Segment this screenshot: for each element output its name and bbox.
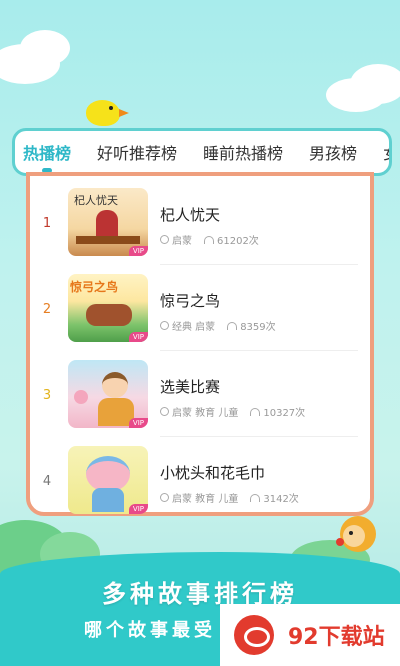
story-thumbnail: 惊弓之鸟 VIP xyxy=(68,274,148,342)
rank-number: 1 xyxy=(42,216,52,231)
divider xyxy=(160,436,358,437)
story-tags: 经典 启蒙 xyxy=(172,322,216,333)
story-title: 杞人忧天 xyxy=(160,206,221,224)
vip-badge: VIP xyxy=(128,418,148,428)
headphones-icon xyxy=(250,407,261,416)
headphones-icon xyxy=(227,321,238,330)
tab-girls[interactable]: 女 xyxy=(383,140,389,164)
divider xyxy=(160,264,358,265)
watermark-text: 92下载站 xyxy=(288,625,385,650)
divider xyxy=(160,350,358,351)
ranking-list: 1 杞人忧天 VIP 杞人忧天 启蒙 61202次 2 惊弓之鸟 VIP 惊弓之… xyxy=(26,172,374,516)
thumbnail-table xyxy=(76,236,140,244)
list-item[interactable]: 3 VIP 选美比赛 启蒙 教育 儿童 10327次 xyxy=(30,352,370,438)
story-title: 惊弓之鸟 xyxy=(160,292,221,310)
story-thumbnail: 杞人忧天 VIP xyxy=(68,188,148,256)
hedgehog-icon xyxy=(336,516,376,552)
tab-recommended[interactable]: 好听推荐榜 xyxy=(97,140,177,164)
banner-subline: 哪个故事最受 xyxy=(84,620,216,641)
story-tags: 启蒙 教育 儿童 xyxy=(172,408,239,419)
play-count: 10327次 xyxy=(263,408,306,419)
rank-number: 2 xyxy=(42,302,52,317)
thumbnail-child xyxy=(102,372,128,398)
tab-boys[interactable]: 男孩榜 xyxy=(309,140,357,164)
tab-bedtime[interactable]: 睡前热播榜 xyxy=(203,140,283,164)
story-tags: 启蒙 教育 儿童 xyxy=(172,494,239,505)
ranking-tab-bar: 热播榜 好听推荐榜 睡前热播榜 男孩榜 女 xyxy=(12,128,392,176)
tag-icon xyxy=(160,493,169,502)
cloud-left-2 xyxy=(20,30,70,66)
thumbnail-pig xyxy=(86,456,130,492)
thumbnail-horse xyxy=(86,304,132,326)
watermark-logo-icon xyxy=(234,615,274,655)
list-item[interactable]: 2 惊弓之鸟 VIP 惊弓之鸟 经典 启蒙 8359次 xyxy=(30,266,370,352)
bird-icon xyxy=(86,100,129,126)
tag-icon xyxy=(160,235,169,244)
thumbnail-pig-body xyxy=(92,488,124,512)
rank-number: 3 xyxy=(42,388,52,403)
list-item[interactable]: 4 VIP 小枕头和花毛巾 启蒙 教育 儿童 3142次 xyxy=(30,438,370,524)
list-item[interactable]: 1 杞人忧天 VIP 杞人忧天 启蒙 61202次 xyxy=(30,180,370,266)
vip-badge: VIP xyxy=(128,332,148,342)
rank-number: 4 xyxy=(42,474,52,489)
play-count: 61202次 xyxy=(217,236,259,247)
story-meta: 启蒙 教育 儿童 3142次 xyxy=(160,490,299,505)
story-tags: 启蒙 xyxy=(172,236,192,247)
vip-badge: VIP xyxy=(128,504,148,514)
story-title: 小枕头和花毛巾 xyxy=(160,464,266,482)
headphones-icon xyxy=(250,493,261,502)
thumbnail-caption: 杞人忧天 xyxy=(74,194,118,207)
story-title: 选美比赛 xyxy=(160,378,221,396)
play-count: 3142次 xyxy=(263,494,299,505)
story-thumbnail: VIP xyxy=(68,446,148,514)
vip-badge: VIP xyxy=(128,246,148,256)
thumbnail-flower xyxy=(74,390,88,404)
tag-icon xyxy=(160,407,169,416)
tag-icon xyxy=(160,321,169,330)
story-meta: 经典 启蒙 8359次 xyxy=(160,318,276,333)
story-thumbnail: VIP xyxy=(68,360,148,428)
story-meta: 启蒙 教育 儿童 10327次 xyxy=(160,404,305,419)
play-count: 8359次 xyxy=(240,322,276,333)
tab-hot[interactable]: 热播榜 xyxy=(23,140,71,173)
headphones-icon xyxy=(204,235,214,244)
story-meta: 启蒙 61202次 xyxy=(160,232,259,247)
watermark: 92下载站 xyxy=(220,604,400,666)
thumbnail-caption: 惊弓之鸟 xyxy=(70,280,119,294)
cloud-right-2 xyxy=(350,64,400,104)
